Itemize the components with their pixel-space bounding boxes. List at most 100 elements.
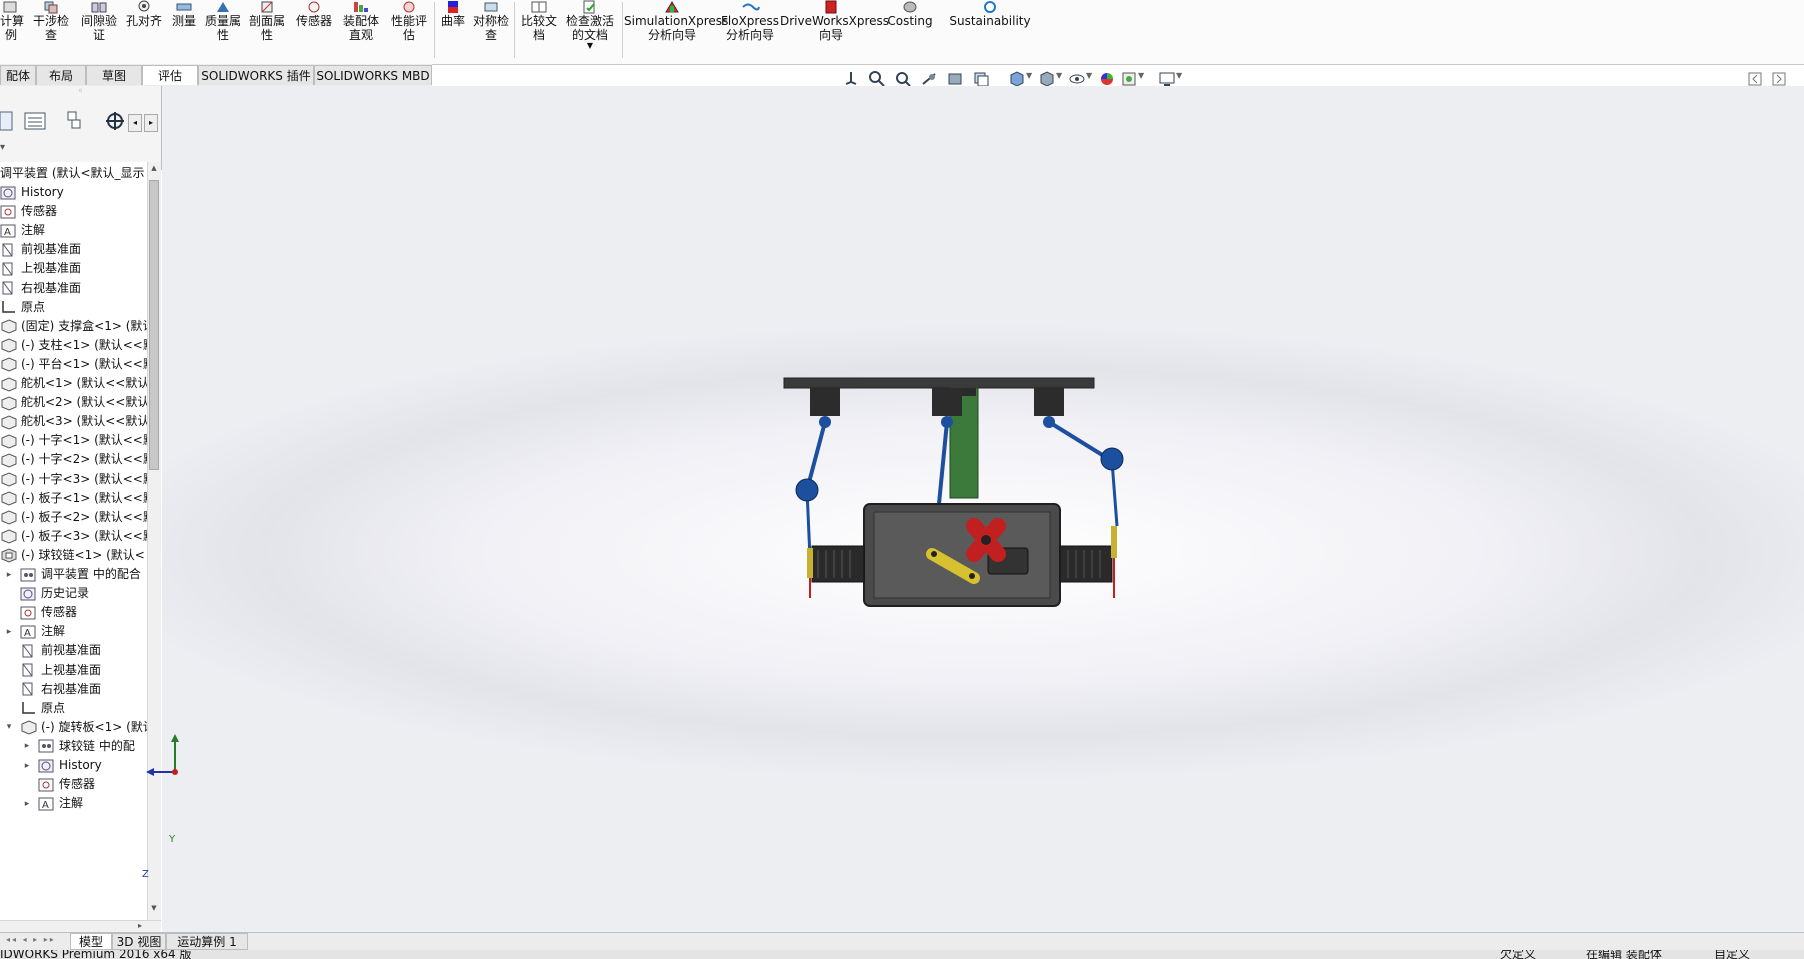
platform[interactable] xyxy=(783,377,1095,389)
part-icon xyxy=(0,414,21,430)
tree-item-label: (-) 十字<3> (默认<<默 xyxy=(21,471,147,486)
section-props-icon xyxy=(261,1,273,13)
filter-icon[interactable]: ▾ xyxy=(0,142,5,153)
chevron-down-icon[interactable]: ▼ xyxy=(562,42,618,50)
driveworksxpress-button[interactable]: DriveWorksXpress 向导 xyxy=(780,0,889,62)
tree-item-label: (-) 板子<3> (默认<<默 xyxy=(21,528,147,543)
ball-joint[interactable] xyxy=(1100,447,1124,471)
dimxpert-manager-tab-icon[interactable] xyxy=(102,110,128,132)
floxpress-button[interactable]: FloXpress 分析向导 xyxy=(720,0,780,62)
chevron-down-icon[interactable]: ▼ xyxy=(1086,71,1092,80)
collapse-arrow-icon[interactable]: ▾ xyxy=(4,716,14,738)
tree-item-label: (-) 板子<2> (默认<<默 xyxy=(21,509,147,524)
assembly-visual-icon xyxy=(354,2,368,12)
mates-icon xyxy=(38,739,59,753)
tab-solidworks-mbd[interactable]: SOLIDWORKS MBD xyxy=(314,65,432,85)
chevron-down-icon[interactable]: ▼ xyxy=(1026,71,1032,80)
history-icon xyxy=(20,586,41,601)
assembly-visualization-button[interactable]: 装配体 直观 xyxy=(338,0,384,62)
tab-scroll-left-icon[interactable]: ◂ xyxy=(128,114,142,132)
scrollbar-thumb[interactable] xyxy=(149,180,159,470)
part-icon xyxy=(0,433,21,449)
joint-connector[interactable] xyxy=(810,388,840,416)
expand-panel-icon[interactable] xyxy=(1772,72,1786,86)
graphics-area[interactable]: Y Z xyxy=(142,86,1804,934)
section-properties-button[interactable]: 剖面属 性 xyxy=(246,0,288,62)
sensor-icon xyxy=(38,777,59,792)
joint-connector[interactable] xyxy=(1034,388,1064,416)
calc-icon xyxy=(3,1,17,13)
mass-props-icon xyxy=(217,2,229,12)
collapse-panel-icon[interactable] xyxy=(1748,72,1762,86)
check-doc-icon xyxy=(583,0,595,14)
sustainability-button[interactable]: Sustainability xyxy=(946,0,1034,62)
curvature-button[interactable]: 曲率 xyxy=(436,0,470,62)
status-app-name: IDWORKS Premium 2016 x64 版 xyxy=(0,950,192,959)
tab-solidworks-addins[interactable]: SOLIDWORKS 插件 xyxy=(198,65,314,85)
part-icon xyxy=(0,491,21,506)
tree-item-label: 传感器 xyxy=(41,605,78,620)
coordinate-triad xyxy=(146,734,179,776)
tree-item-label: (-) 板子<1> (默认<<默 xyxy=(21,490,147,505)
panel-grip[interactable]: ◦ xyxy=(0,86,161,104)
property-manager-tab-icon[interactable] xyxy=(22,110,48,132)
sensor-button[interactable]: 传感器 xyxy=(290,0,338,62)
scroll-up-icon[interactable]: ▲ xyxy=(149,164,159,176)
link-rod[interactable] xyxy=(1110,460,1119,527)
expand-arrow-icon[interactable]: ▸ xyxy=(22,793,32,815)
part-icon xyxy=(0,338,21,353)
feature-tree-tab-icon[interactable] xyxy=(0,110,16,132)
svg-text:A: A xyxy=(42,800,49,811)
measure-button[interactable]: 测量 xyxy=(166,0,202,62)
performance-icon xyxy=(403,1,415,13)
performance-evaluation-button[interactable]: 性能评 估 xyxy=(386,0,432,62)
svg-text:A: A xyxy=(4,227,11,238)
tree-scrollbar[interactable]: ▲ ▼ xyxy=(147,162,161,920)
tree-item-label: (-) 十字<2> (默认<<默 xyxy=(21,452,147,467)
part-icon xyxy=(0,357,21,372)
plane-icon xyxy=(20,663,41,677)
symmetry-check-button[interactable]: 对称检 查 xyxy=(470,0,512,62)
compare-documents-button[interactable]: 比较文 档 xyxy=(516,0,562,62)
tree-item-label: 右视基准面 xyxy=(41,681,102,696)
tab-model[interactable]: 模型 xyxy=(70,933,112,950)
tree-item-label: 前视基准面 xyxy=(21,242,82,257)
part-icon xyxy=(0,395,21,411)
servo-left[interactable] xyxy=(811,545,865,583)
tab-3d-view[interactable]: 3D 视图 xyxy=(112,933,166,950)
scroll-down-icon[interactable]: ▼ xyxy=(149,904,159,916)
tab-layout[interactable]: 布局 xyxy=(36,65,86,85)
tree-item-label: 上视基准面 xyxy=(41,662,102,677)
tree-item-label: (-) 旋转板<1> (默认 xyxy=(41,719,147,734)
tab-sketch[interactable]: 草图 xyxy=(86,65,142,85)
link-rod[interactable] xyxy=(936,421,949,515)
clearance-verify-button[interactable]: 间隙验 证 xyxy=(76,0,122,62)
check-active-document-button[interactable]: 检查激活 的文档 ▼ xyxy=(562,0,618,62)
mass-properties-button[interactable]: 质量属 性 xyxy=(202,0,244,62)
origin-icon xyxy=(20,701,41,715)
tab-evaluate[interactable]: 评估 xyxy=(142,65,198,85)
simulationxpress-button[interactable]: SimulationXpress 分析向导 xyxy=(624,0,728,62)
configuration-manager-tab-icon[interactable] xyxy=(62,110,88,132)
tab-scroll-right-icon[interactable]: ▸ xyxy=(144,114,158,132)
chevron-down-icon[interactable]: ▼ xyxy=(1056,71,1062,80)
chevron-down-icon[interactable]: ▼ xyxy=(1176,71,1182,80)
status-custom[interactable]: 自定义 xyxy=(1714,950,1750,959)
tab-assembly[interactable]: 配体 xyxy=(0,65,36,85)
assembly-model[interactable] xyxy=(162,86,1804,934)
ball-joint[interactable] xyxy=(795,478,819,502)
interference-check-button[interactable]: 干涉检 查 xyxy=(28,0,74,62)
hole-align-button[interactable]: 孔对齐 xyxy=(124,0,164,62)
joint-connector[interactable] xyxy=(932,388,962,416)
measure-icon xyxy=(176,3,192,11)
chevron-down-icon[interactable]: ▼ xyxy=(1138,71,1144,80)
costing-button[interactable]: Costing xyxy=(882,0,938,62)
tree-item[interactable]: ▸ A 注解 xyxy=(22,792,83,814)
tab-motion-study[interactable]: 运动算例 1 xyxy=(166,933,248,950)
scroll-right-icon[interactable]: ▸ xyxy=(138,921,142,930)
tab-scroll-icons[interactable]: ◂◂ ◂ ▸ ▸▸ xyxy=(6,935,56,944)
triad-y-label: Y xyxy=(169,834,176,845)
calc-button[interactable]: 计算 例 xyxy=(0,0,24,62)
tree-item-label: 舵机<1> (默认<<默认 xyxy=(21,376,147,390)
part-icon xyxy=(0,376,21,392)
